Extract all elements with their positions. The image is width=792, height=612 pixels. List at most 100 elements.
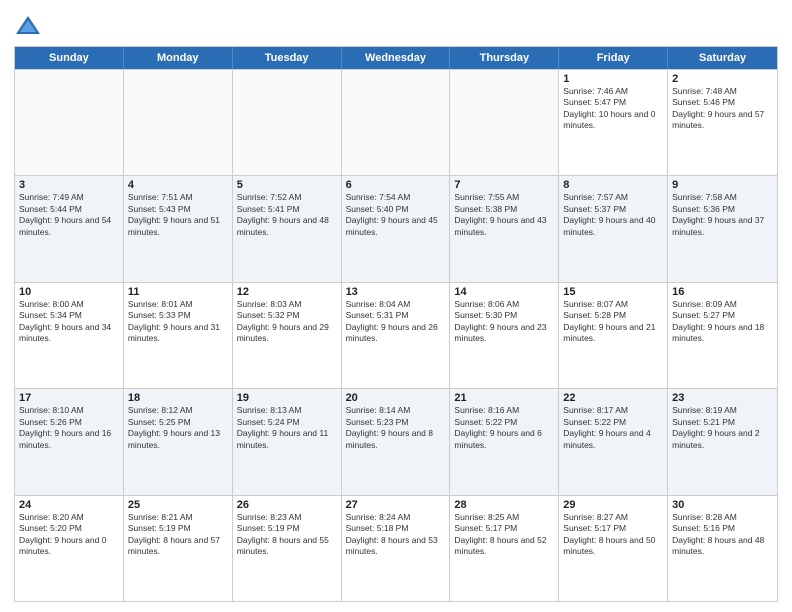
day-number: 10 [19, 286, 119, 298]
day-info: Sunrise: 8:14 AM Sunset: 5:23 PM Dayligh… [346, 405, 446, 451]
calendar-cell: 20Sunrise: 8:14 AM Sunset: 5:23 PM Dayli… [342, 389, 451, 494]
calendar-cell: 26Sunrise: 8:23 AM Sunset: 5:19 PM Dayli… [233, 496, 342, 601]
calendar-cell [15, 70, 124, 175]
day-info: Sunrise: 8:24 AM Sunset: 5:18 PM Dayligh… [346, 512, 446, 558]
header-day-tuesday: Tuesday [233, 47, 342, 69]
day-number: 9 [672, 179, 773, 191]
calendar-cell: 16Sunrise: 8:09 AM Sunset: 5:27 PM Dayli… [668, 283, 777, 388]
day-number: 21 [454, 392, 554, 404]
day-number: 5 [237, 179, 337, 191]
calendar-cell: 10Sunrise: 8:00 AM Sunset: 5:34 PM Dayli… [15, 283, 124, 388]
calendar-cell [450, 70, 559, 175]
calendar-cell [342, 70, 451, 175]
day-info: Sunrise: 7:58 AM Sunset: 5:36 PM Dayligh… [672, 192, 773, 238]
header-day-thursday: Thursday [450, 47, 559, 69]
calendar-cell: 19Sunrise: 8:13 AM Sunset: 5:24 PM Dayli… [233, 389, 342, 494]
calendar-cell [124, 70, 233, 175]
calendar-cell: 27Sunrise: 8:24 AM Sunset: 5:18 PM Dayli… [342, 496, 451, 601]
day-number: 1 [563, 73, 663, 85]
day-number: 23 [672, 392, 773, 404]
day-info: Sunrise: 7:57 AM Sunset: 5:37 PM Dayligh… [563, 192, 663, 238]
day-number: 7 [454, 179, 554, 191]
calendar-cell: 24Sunrise: 8:20 AM Sunset: 5:20 PM Dayli… [15, 496, 124, 601]
day-info: Sunrise: 8:01 AM Sunset: 5:33 PM Dayligh… [128, 299, 228, 345]
day-info: Sunrise: 7:54 AM Sunset: 5:40 PM Dayligh… [346, 192, 446, 238]
day-info: Sunrise: 8:07 AM Sunset: 5:28 PM Dayligh… [563, 299, 663, 345]
day-info: Sunrise: 7:48 AM Sunset: 5:46 PM Dayligh… [672, 86, 773, 132]
day-number: 3 [19, 179, 119, 191]
day-info: Sunrise: 8:20 AM Sunset: 5:20 PM Dayligh… [19, 512, 119, 558]
day-info: Sunrise: 8:09 AM Sunset: 5:27 PM Dayligh… [672, 299, 773, 345]
calendar-cell: 3Sunrise: 7:49 AM Sunset: 5:44 PM Daylig… [15, 176, 124, 281]
calendar-cell: 14Sunrise: 8:06 AM Sunset: 5:30 PM Dayli… [450, 283, 559, 388]
day-number: 13 [346, 286, 446, 298]
day-info: Sunrise: 8:12 AM Sunset: 5:25 PM Dayligh… [128, 405, 228, 451]
day-info: Sunrise: 8:25 AM Sunset: 5:17 PM Dayligh… [454, 512, 554, 558]
day-info: Sunrise: 7:51 AM Sunset: 5:43 PM Dayligh… [128, 192, 228, 238]
day-info: Sunrise: 8:04 AM Sunset: 5:31 PM Dayligh… [346, 299, 446, 345]
calendar-cell: 1Sunrise: 7:46 AM Sunset: 5:47 PM Daylig… [559, 70, 668, 175]
calendar-row-4: 17Sunrise: 8:10 AM Sunset: 5:26 PM Dayli… [15, 388, 777, 494]
calendar-cell: 23Sunrise: 8:19 AM Sunset: 5:21 PM Dayli… [668, 389, 777, 494]
header [14, 12, 778, 40]
day-number: 16 [672, 286, 773, 298]
day-number: 11 [128, 286, 228, 298]
calendar-cell: 5Sunrise: 7:52 AM Sunset: 5:41 PM Daylig… [233, 176, 342, 281]
calendar-cell: 21Sunrise: 8:16 AM Sunset: 5:22 PM Dayli… [450, 389, 559, 494]
day-info: Sunrise: 8:06 AM Sunset: 5:30 PM Dayligh… [454, 299, 554, 345]
page: SundayMondayTuesdayWednesdayThursdayFrid… [0, 0, 792, 612]
day-number: 6 [346, 179, 446, 191]
day-info: Sunrise: 7:49 AM Sunset: 5:44 PM Dayligh… [19, 192, 119, 238]
day-info: Sunrise: 8:21 AM Sunset: 5:19 PM Dayligh… [128, 512, 228, 558]
day-number: 18 [128, 392, 228, 404]
calendar-cell: 9Sunrise: 7:58 AM Sunset: 5:36 PM Daylig… [668, 176, 777, 281]
day-number: 27 [346, 499, 446, 511]
logo-icon [14, 12, 42, 40]
day-info: Sunrise: 8:19 AM Sunset: 5:21 PM Dayligh… [672, 405, 773, 451]
day-info: Sunrise: 7:55 AM Sunset: 5:38 PM Dayligh… [454, 192, 554, 238]
calendar-cell: 6Sunrise: 7:54 AM Sunset: 5:40 PM Daylig… [342, 176, 451, 281]
calendar-row-3: 10Sunrise: 8:00 AM Sunset: 5:34 PM Dayli… [15, 282, 777, 388]
calendar-cell: 25Sunrise: 8:21 AM Sunset: 5:19 PM Dayli… [124, 496, 233, 601]
day-info: Sunrise: 8:16 AM Sunset: 5:22 PM Dayligh… [454, 405, 554, 451]
calendar-body: 1Sunrise: 7:46 AM Sunset: 5:47 PM Daylig… [15, 69, 777, 601]
calendar-cell: 12Sunrise: 8:03 AM Sunset: 5:32 PM Dayli… [233, 283, 342, 388]
calendar-cell: 13Sunrise: 8:04 AM Sunset: 5:31 PM Dayli… [342, 283, 451, 388]
calendar-cell: 28Sunrise: 8:25 AM Sunset: 5:17 PM Dayli… [450, 496, 559, 601]
calendar: SundayMondayTuesdayWednesdayThursdayFrid… [14, 46, 778, 602]
calendar-row-5: 24Sunrise: 8:20 AM Sunset: 5:20 PM Dayli… [15, 495, 777, 601]
calendar-cell: 2Sunrise: 7:48 AM Sunset: 5:46 PM Daylig… [668, 70, 777, 175]
calendar-cell: 22Sunrise: 8:17 AM Sunset: 5:22 PM Dayli… [559, 389, 668, 494]
day-number: 29 [563, 499, 663, 511]
day-info: Sunrise: 8:17 AM Sunset: 5:22 PM Dayligh… [563, 405, 663, 451]
calendar-row-2: 3Sunrise: 7:49 AM Sunset: 5:44 PM Daylig… [15, 175, 777, 281]
day-number: 24 [19, 499, 119, 511]
day-number: 28 [454, 499, 554, 511]
day-info: Sunrise: 8:00 AM Sunset: 5:34 PM Dayligh… [19, 299, 119, 345]
calendar-cell: 18Sunrise: 8:12 AM Sunset: 5:25 PM Dayli… [124, 389, 233, 494]
day-info: Sunrise: 8:23 AM Sunset: 5:19 PM Dayligh… [237, 512, 337, 558]
calendar-header: SundayMondayTuesdayWednesdayThursdayFrid… [15, 47, 777, 69]
calendar-row-1: 1Sunrise: 7:46 AM Sunset: 5:47 PM Daylig… [15, 69, 777, 175]
day-info: Sunrise: 8:10 AM Sunset: 5:26 PM Dayligh… [19, 405, 119, 451]
calendar-cell: 17Sunrise: 8:10 AM Sunset: 5:26 PM Dayli… [15, 389, 124, 494]
calendar-cell [233, 70, 342, 175]
day-number: 14 [454, 286, 554, 298]
day-number: 4 [128, 179, 228, 191]
day-number: 17 [19, 392, 119, 404]
calendar-cell: 15Sunrise: 8:07 AM Sunset: 5:28 PM Dayli… [559, 283, 668, 388]
calendar-cell: 11Sunrise: 8:01 AM Sunset: 5:33 PM Dayli… [124, 283, 233, 388]
header-day-monday: Monday [124, 47, 233, 69]
day-number: 15 [563, 286, 663, 298]
day-number: 20 [346, 392, 446, 404]
day-number: 30 [672, 499, 773, 511]
calendar-cell: 30Sunrise: 8:28 AM Sunset: 5:16 PM Dayli… [668, 496, 777, 601]
day-number: 22 [563, 392, 663, 404]
calendar-cell: 7Sunrise: 7:55 AM Sunset: 5:38 PM Daylig… [450, 176, 559, 281]
day-number: 26 [237, 499, 337, 511]
day-info: Sunrise: 8:28 AM Sunset: 5:16 PM Dayligh… [672, 512, 773, 558]
calendar-cell: 4Sunrise: 7:51 AM Sunset: 5:43 PM Daylig… [124, 176, 233, 281]
day-info: Sunrise: 7:46 AM Sunset: 5:47 PM Dayligh… [563, 86, 663, 132]
header-day-friday: Friday [559, 47, 668, 69]
day-info: Sunrise: 8:13 AM Sunset: 5:24 PM Dayligh… [237, 405, 337, 451]
